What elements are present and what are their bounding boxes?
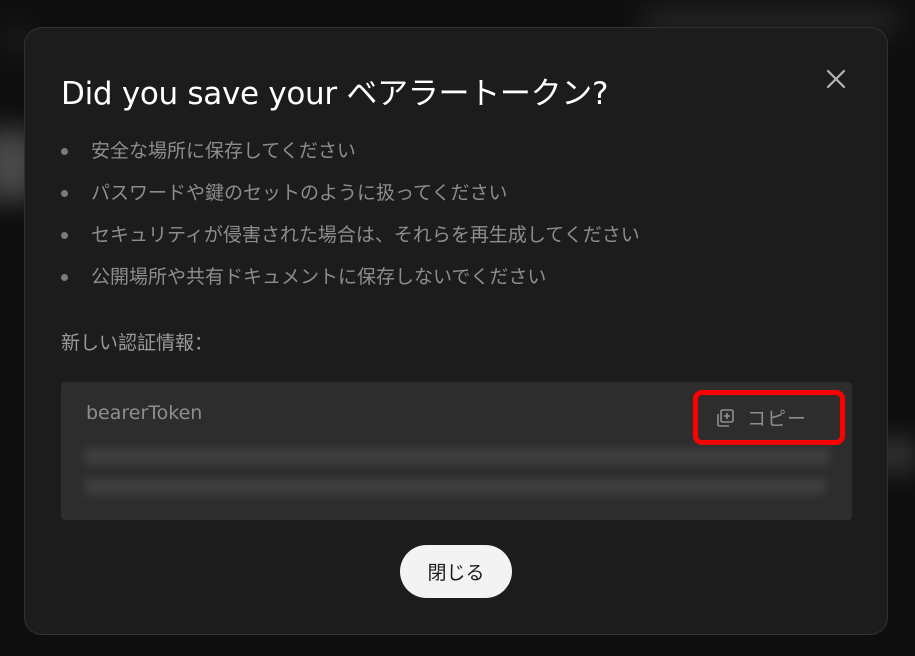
list-item-text: パスワードや鍵のセットのように扱ってください <box>91 182 508 204</box>
bullet-dot <box>61 274 68 281</box>
close-button[interactable]: 閉じる <box>400 545 512 598</box>
token-value-blurred <box>85 448 829 465</box>
token-box: bearerToken コピー <box>61 382 852 520</box>
bullet-dot <box>61 148 68 155</box>
list-item: 公開場所や共有ドキュメントに保存しないでください <box>61 262 640 304</box>
guidance-list: 安全な場所に保存してください パスワードや鍵のセットのように扱ってください セキ… <box>61 136 640 304</box>
dialog-title: Did you save your ベアラートークン? <box>61 76 609 112</box>
list-item: パスワードや鍵のセットのように扱ってください <box>61 178 640 220</box>
copy-button-label: コピー <box>747 408 808 430</box>
close-icon-glyph <box>826 69 846 89</box>
list-item-text: セキュリティが侵害された場合は、それらを再生成してください <box>91 224 640 246</box>
close-icon[interactable] <box>823 66 849 92</box>
token-name: bearerToken <box>86 402 203 424</box>
list-item: セキュリティが侵害された場合は、それらを再生成してください <box>61 220 640 262</box>
list-item-text: 安全な場所に保存してください <box>91 140 356 162</box>
bullet-dot <box>61 190 68 197</box>
token-value-blurred <box>85 478 825 495</box>
list-item-text: 公開場所や共有ドキュメントに保存しないでください <box>91 266 547 288</box>
list-item: 安全な場所に保存してください <box>61 136 640 178</box>
credentials-label: 新しい認証情報： <box>61 332 214 354</box>
copy-button[interactable]: コピー <box>693 390 845 445</box>
token-saved-dialog: Did you save your ベアラートークン? 安全な場所に保存してくだ… <box>24 27 888 635</box>
copy-plus-icon <box>717 408 734 427</box>
bullet-dot <box>61 232 68 239</box>
